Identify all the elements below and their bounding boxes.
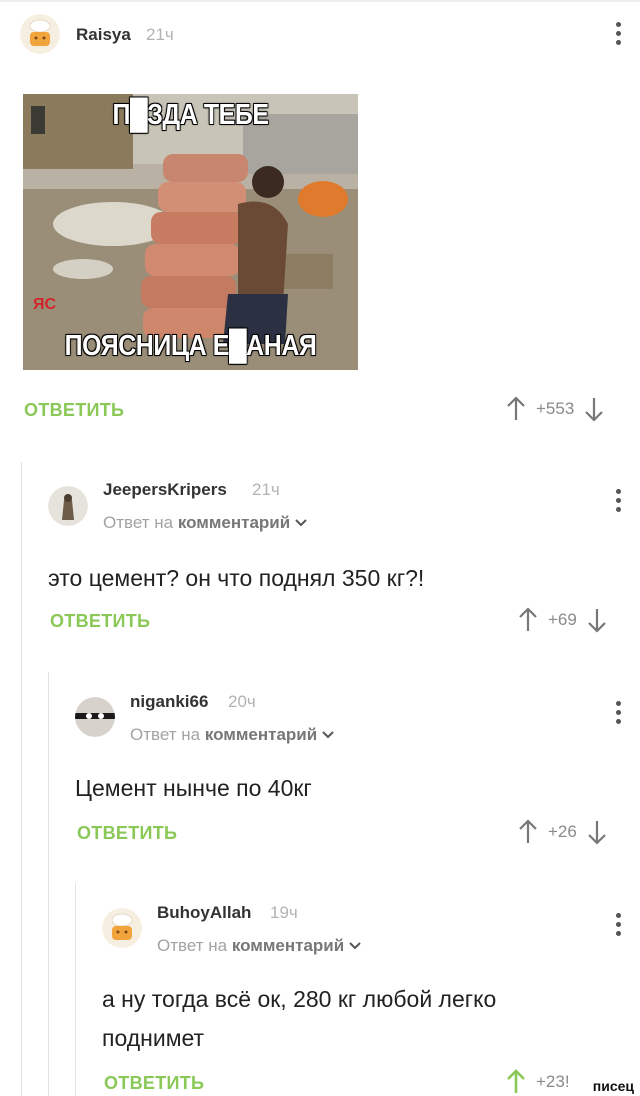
reply-button[interactable]: ОТВЕТИТЬ bbox=[77, 823, 177, 844]
thread-line bbox=[21, 462, 22, 1096]
rating-count: +26 bbox=[548, 822, 577, 841]
downvote-arrow-icon[interactable] bbox=[587, 607, 607, 633]
author-name[interactable]: Raisya bbox=[76, 25, 131, 45]
user-avatar-icon bbox=[75, 697, 115, 737]
author-name[interactable]: JeepersKripers bbox=[103, 480, 227, 500]
chef-avatar-icon bbox=[20, 14, 60, 54]
author-name[interactable]: niganki66 bbox=[130, 692, 208, 712]
upvote-arrow-icon[interactable] bbox=[518, 607, 538, 633]
image-caption-bottom: ПОЯСНИЦА Е█АНАЯ bbox=[64, 330, 317, 362]
image-caption-top: П█ЗДА ТЕБЕ bbox=[112, 99, 269, 131]
watermark: писец bbox=[592, 1078, 634, 1094]
author-name[interactable]: BuhoyAllah bbox=[157, 903, 251, 923]
avatar[interactable] bbox=[20, 14, 60, 54]
more-options-icon[interactable] bbox=[616, 701, 622, 728]
comment-text-continued: поднимет bbox=[102, 1025, 205, 1051]
comment-text: это цемент? он что поднял 350 кг?! bbox=[48, 565, 425, 591]
downvote-arrow-icon[interactable] bbox=[584, 396, 604, 422]
more-options-icon[interactable] bbox=[616, 913, 622, 940]
logo-text: ЯС bbox=[33, 296, 57, 313]
cement-worker-photo: ЯС bbox=[23, 94, 358, 370]
comment-text: Цемент нынче по 40кг bbox=[75, 775, 312, 801]
upvote-arrow-icon[interactable] bbox=[518, 819, 538, 845]
upvote-arrow-icon[interactable] bbox=[506, 396, 526, 422]
avatar[interactable] bbox=[75, 697, 115, 737]
reply-to-link[interactable]: Ответ на комментарий bbox=[157, 936, 361, 956]
reply-to-link[interactable]: Ответ на комментарий bbox=[103, 513, 307, 533]
chevron-down-icon bbox=[322, 731, 334, 739]
top-divider bbox=[0, 0, 640, 2]
rating-controls: +23! bbox=[506, 1069, 580, 1095]
rating-controls: +26 bbox=[518, 819, 607, 845]
upvote-arrow-icon[interactable] bbox=[506, 1069, 526, 1095]
chef-avatar-icon bbox=[102, 908, 142, 948]
avatar[interactable] bbox=[48, 486, 88, 526]
avatar[interactable] bbox=[102, 908, 142, 948]
rating-controls: +69 bbox=[518, 607, 607, 633]
rating-controls: +553 bbox=[506, 396, 604, 422]
post-image[interactable]: ЯС П█ЗДА ТЕБЕ ПОЯСНИЦА Е█АНАЯ bbox=[23, 94, 358, 370]
chevron-down-icon bbox=[295, 519, 307, 527]
thread-line bbox=[48, 672, 49, 1096]
thread-line bbox=[75, 883, 76, 1096]
user-avatar-icon bbox=[48, 486, 88, 526]
reply-button[interactable]: ОТВЕТИТЬ bbox=[50, 611, 150, 632]
reply-to-link[interactable]: Ответ на комментарий bbox=[130, 725, 334, 745]
timestamp: 21ч bbox=[146, 25, 174, 44]
downvote-arrow-icon[interactable] bbox=[587, 819, 607, 845]
comment-text: а ну тогда всё ок, 280 кг любой легко bbox=[102, 986, 497, 1012]
reply-button[interactable]: ОТВЕТИТЬ bbox=[104, 1073, 204, 1094]
more-options-icon[interactable] bbox=[616, 22, 622, 49]
rating-count: +23! bbox=[536, 1072, 570, 1091]
timestamp: 19ч bbox=[270, 903, 298, 922]
rating-count: +69 bbox=[548, 610, 577, 629]
reply-button[interactable]: ОТВЕТИТЬ bbox=[24, 400, 124, 421]
timestamp: 20ч bbox=[228, 692, 256, 711]
rating-count: +553 bbox=[536, 399, 575, 418]
chevron-down-icon bbox=[349, 942, 361, 950]
more-options-icon[interactable] bbox=[616, 489, 622, 516]
timestamp: 21ч bbox=[252, 480, 280, 499]
